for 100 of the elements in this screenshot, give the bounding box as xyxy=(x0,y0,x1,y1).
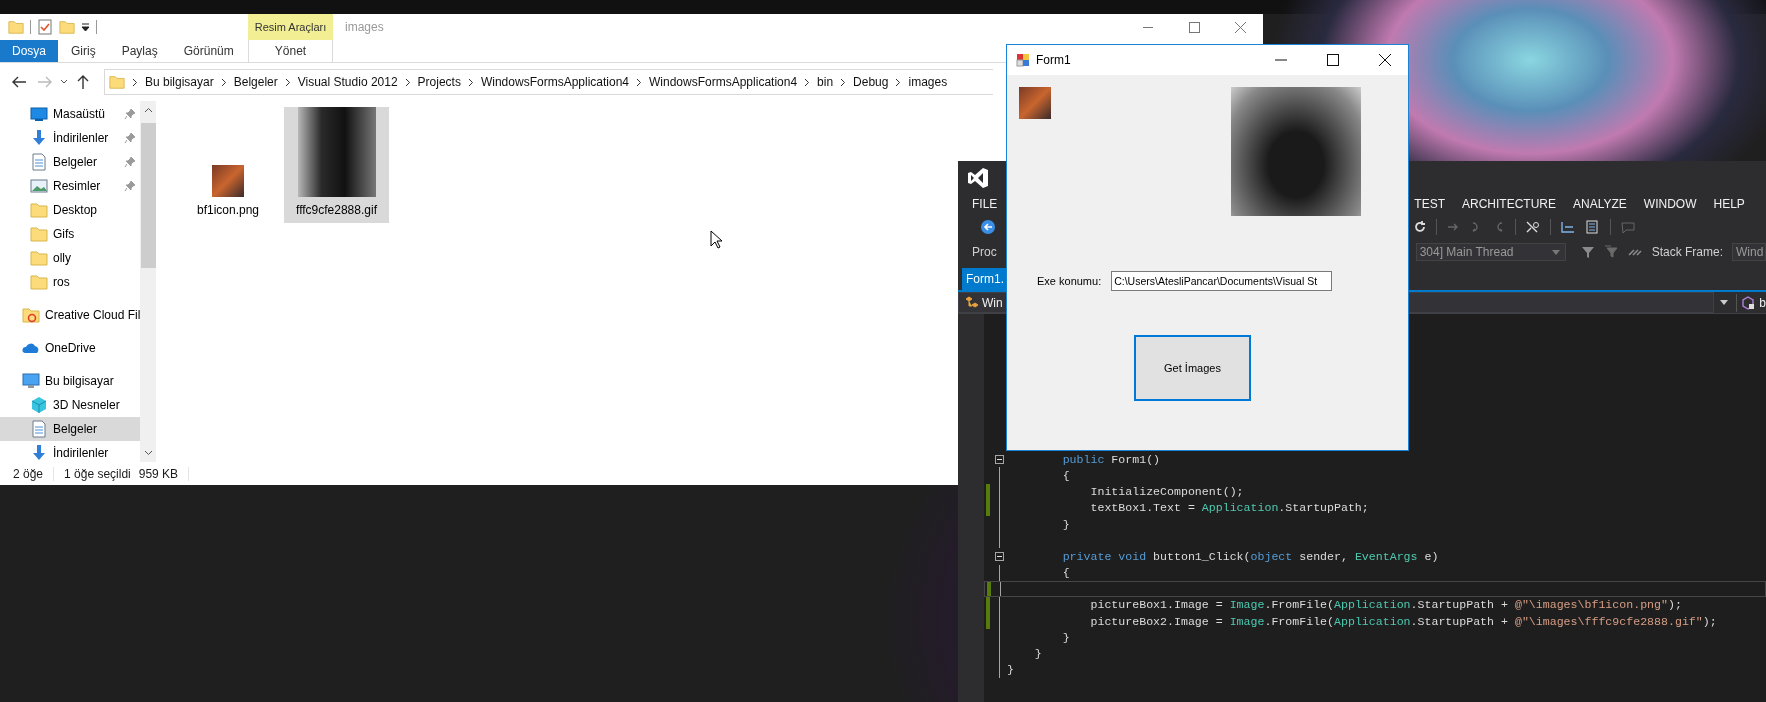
checklist-icon[interactable] xyxy=(37,19,53,35)
download-arrow-icon xyxy=(30,444,48,462)
breadcrumb-item[interactable]: images xyxy=(908,75,948,89)
ribbon-tab[interactable]: Yönet xyxy=(248,40,333,62)
dropdown-icon[interactable] xyxy=(81,22,90,32)
breadcrumb-item[interactable]: Debug xyxy=(853,75,889,89)
stack-icon[interactable] xyxy=(1585,220,1601,234)
menu-item[interactable]: WINDOW xyxy=(1643,197,1697,211)
sidebar-item[interactable]: OneDrive xyxy=(0,336,140,360)
selection-info: 1 öğe seçildi xyxy=(64,466,131,481)
scroll-down-icon[interactable] xyxy=(143,450,153,456)
code-line: InitializeComponent(); xyxy=(1089,485,1244,499)
chevron-icon[interactable] xyxy=(840,77,847,87)
code-line: { xyxy=(1061,468,1070,482)
breadcrumb-item[interactable]: WindowsFormsApplication4 xyxy=(480,75,629,89)
collapse-icon[interactable] xyxy=(994,454,1004,464)
stack-frame-dropdown[interactable]: Wind xyxy=(1732,243,1766,261)
document-tab[interactable]: Form1. xyxy=(962,268,1008,290)
menu-item[interactable]: TEST xyxy=(1414,197,1445,211)
code-line: } xyxy=(1061,630,1070,644)
photo-placeholder xyxy=(1019,87,1051,119)
file-tile[interactable]: fffc9cfe2888.gif xyxy=(284,107,389,223)
chevron-icon[interactable] xyxy=(804,77,811,87)
process-label: Proc xyxy=(972,245,997,259)
file-tile[interactable]: bf1icon.png xyxy=(192,107,264,223)
stack-frame-label: Stack Frame: xyxy=(1651,245,1723,259)
close-icon[interactable] xyxy=(1379,54,1391,66)
code-line: } xyxy=(1033,647,1042,661)
sidebar-item[interactable]: Belgeler xyxy=(0,150,140,174)
menu-item[interactable]: HELP xyxy=(1713,197,1745,211)
photo-placeholder xyxy=(212,165,244,197)
sidebar-item[interactable]: Gifs xyxy=(0,222,140,246)
folder-icon xyxy=(30,273,48,291)
code-line: } xyxy=(1061,517,1070,531)
filter-icon[interactable] xyxy=(1580,245,1595,259)
app-icon xyxy=(1016,53,1030,67)
chevron-icon[interactable] xyxy=(132,77,138,87)
document-icon xyxy=(30,420,48,438)
maximize-icon[interactable] xyxy=(1327,54,1339,66)
breadcrumb-item[interactable]: Belgeler xyxy=(233,75,278,89)
folder-icon xyxy=(30,225,48,243)
sidebar-item[interactable]: Masaüstü xyxy=(0,102,140,126)
caret-icon[interactable] xyxy=(1720,300,1729,305)
sidebar-item[interactable]: İndirilenler xyxy=(0,126,140,150)
code-line: pictureBox1.Image = Image.FromFile(Application.StartupPath + @"\images\bf1icon.png"); xyxy=(1089,598,1682,612)
sidebar-item[interactable]: olly xyxy=(0,246,140,270)
menu-item[interactable]: ANALYZE xyxy=(1573,197,1627,211)
chevron-icon[interactable] xyxy=(467,77,474,87)
back-arrow-icon[interactable] xyxy=(11,74,27,90)
sidebar-item[interactable]: Desktop xyxy=(0,198,140,222)
ribbon-tab[interactable]: Dosya xyxy=(0,40,58,62)
chevron-icon[interactable] xyxy=(220,77,227,87)
sidebar-item[interactable]: Bu bilgisayar xyxy=(0,369,140,393)
chevron-icon[interactable] xyxy=(895,77,902,87)
sidebar-item[interactable]: ros xyxy=(0,270,140,294)
chevron-icon[interactable] xyxy=(284,77,291,87)
menu-item[interactable]: FILE xyxy=(972,197,998,211)
infinity-logo-icon xyxy=(967,166,989,189)
breadcrumb-item[interactable]: Visual Studio 2012 xyxy=(297,75,398,89)
path-input-field[interactable]: C:\Users\AtesliPancar\Documents\Visual St xyxy=(1111,271,1333,291)
mouse-cursor-icon xyxy=(710,230,722,249)
scroll-up-icon[interactable] xyxy=(143,107,153,113)
chevron-icon[interactable] xyxy=(636,77,642,87)
thread-dropdown[interactable]: 304] Main Thread xyxy=(1415,243,1566,261)
window-title: Form1 xyxy=(1036,53,1071,67)
sidebar-item[interactable]: 3D Nesneler xyxy=(0,393,140,417)
code-line: pictureBox2.Image = Image.FromFile(Application.StartupPath + @"\images\fffc9cfe2888.gif"); xyxy=(1089,614,1717,628)
thread-icon[interactable] xyxy=(1560,220,1576,234)
menu-item[interactable]: ARCHITECTURE xyxy=(1462,197,1557,211)
sidebar-item[interactable]: Resimler xyxy=(0,174,140,198)
address-bar[interactable]: Bu bilgisayar Belgeler Visual Studio 2012 Projects WindowsFormsApplication4 WindowsFormsApplication4 bin Debug images xyxy=(104,69,993,95)
code-line: private void button1_Click(object sender, EventArgs e) xyxy=(1061,549,1439,563)
field-label: Exe konumu: xyxy=(1037,275,1102,287)
member-dropdown[interactable]: b xyxy=(1714,293,1766,312)
up-arrow-icon[interactable] xyxy=(75,74,91,90)
download-arrow-icon xyxy=(30,129,48,147)
code-line: { xyxy=(1061,566,1070,580)
folder-icon xyxy=(109,74,125,90)
breadcrumb-item[interactable]: bin xyxy=(817,75,834,89)
selection-size: 959 KB xyxy=(138,466,179,481)
tool-group-header: Resim Araçları xyxy=(248,14,333,40)
restart-icon[interactable] xyxy=(1413,220,1427,234)
breadcrumb-item[interactable]: Bu bilgisayar xyxy=(145,75,214,89)
collapse-icon[interactable] xyxy=(994,551,1004,561)
cube-icon xyxy=(30,396,48,414)
document-icon xyxy=(30,153,48,171)
sidebar-item[interactable]: Creative Cloud Fil xyxy=(0,303,140,327)
chevron-icon[interactable] xyxy=(404,77,411,87)
sidebar-item[interactable]: Belgeler xyxy=(0,417,140,441)
breadcrumb-item[interactable]: WindowsFormsApplication4 xyxy=(649,75,798,89)
breadcrumb-item[interactable]: Projects xyxy=(417,75,461,89)
window-title: images xyxy=(344,19,384,36)
method-icon xyxy=(1741,295,1756,310)
get-images-button[interactable]: Get İmages xyxy=(1134,335,1251,401)
filter-icon[interactable] xyxy=(1603,245,1618,259)
class-icon xyxy=(965,296,979,309)
sidebar-item[interactable]: İndirilenler xyxy=(0,441,140,462)
computer-icon xyxy=(22,372,40,390)
caret-icon[interactable] xyxy=(60,78,68,86)
scrollbar[interactable] xyxy=(140,101,156,462)
